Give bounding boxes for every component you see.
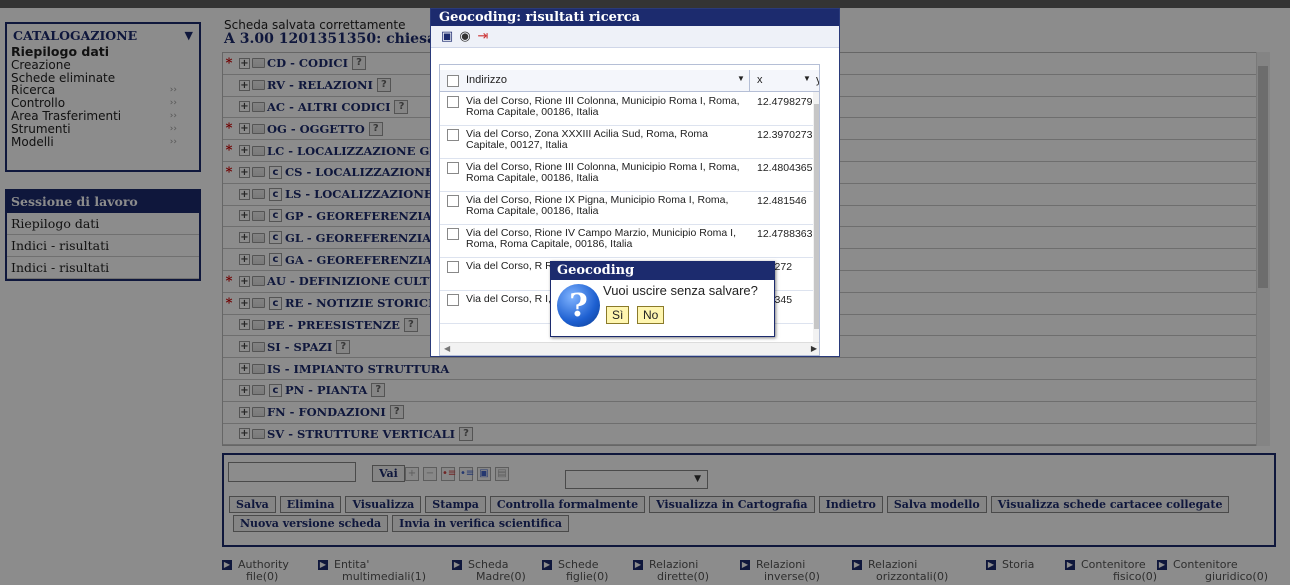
grid-header: Indirizzo ▼ x ▼ y [440,70,819,92]
dialog-title: Geocoding [551,262,774,280]
confirm-dialog: Geocoding ? Vuoi uscire senza salvare? S… [550,261,775,337]
scroll-left-icon[interactable]: ◀ [444,344,450,353]
row-address: Via del Corso, Rione IV Campo Marzio, Mu… [466,228,737,250]
col-address-menu-icon[interactable]: ▼ [737,74,745,83]
row-x: 12.481546 [757,195,807,207]
result-row[interactable]: Via del Corso, Rione IX Pigna, Municipio… [440,192,813,225]
scroll-right-icon[interactable]: ▶ [811,344,817,353]
row-x: 12.4788363 [757,228,813,240]
exit-icon[interactable]: ⇥ [475,29,491,45]
target-icon[interactable]: ◉ [457,29,473,45]
row-address: Via del Corso, Rione IX Pigna, Municipio… [466,195,729,217]
result-row[interactable]: Via del Corso, Rione III Colonna, Munici… [440,93,813,126]
row-checkbox[interactable] [447,261,459,273]
col-y-header[interactable]: y [816,74,819,86]
row-address: Via del Corso, Rione III Colonna, Munici… [466,162,740,184]
save-icon[interactable]: ▣ [439,29,455,45]
row-checkbox[interactable] [447,294,459,306]
row-checkbox[interactable] [447,162,459,174]
grid-vscroll[interactable] [813,92,819,342]
question-icon: ? [557,284,600,327]
row-checkbox[interactable] [447,228,459,240]
col-address-header[interactable]: Indirizzo [466,74,507,86]
grid-hscroll[interactable]: ◀ ▶ [440,342,819,355]
col-x-menu-icon[interactable]: ▼ [803,74,811,83]
row-x: 12.4798279 [757,96,813,108]
row-checkbox[interactable] [447,195,459,207]
yes-button[interactable]: Sì [606,306,630,324]
row-x: 12.4804365 [757,162,813,174]
result-row[interactable]: Via del Corso, Zona XXXIII Acilia Sud, R… [440,126,813,159]
result-row[interactable]: Via del Corso, Rione IV Campo Marzio, Mu… [440,225,813,258]
no-button[interactable]: No [637,306,665,324]
result-row[interactable]: Via del Corso, Rione III Colonna, Munici… [440,159,813,192]
geocoding-toolbar: ▣ ◉ ⇥ [431,26,839,48]
col-divider [749,70,750,92]
row-address: Via del Corso, Rione III Colonna, Munici… [466,96,740,118]
row-address: Via del Corso, Zona XXXIII Acilia Sud, R… [466,129,709,151]
col-x-header[interactable]: x [757,74,763,86]
select-all-checkbox[interactable] [447,75,459,87]
geocoding-title: Geocoding: risultati ricerca [431,9,839,26]
dialog-message: Vuoi uscire senza salvare? [603,283,758,298]
row-checkbox[interactable] [447,129,459,141]
grid-vscroll-thumb[interactable] [814,104,819,329]
row-checkbox[interactable] [447,96,459,108]
row-x: 12.3970273 [757,129,813,141]
